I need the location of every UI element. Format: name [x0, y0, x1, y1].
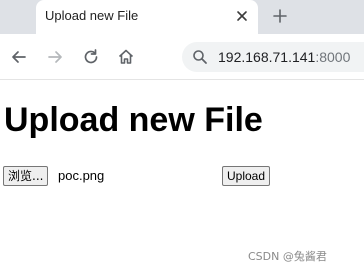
reload-icon[interactable] — [81, 47, 101, 67]
url-text: 192.168.71.141:8000 — [218, 49, 350, 65]
watermark: CSDN @兔酱君 — [248, 250, 327, 263]
home-icon[interactable] — [116, 47, 136, 67]
close-icon[interactable] — [234, 8, 250, 24]
browse-button[interactable]: 浏览... — [3, 166, 49, 186]
selected-file-name: poc.png — [58, 168, 105, 183]
browser-window: Upload new File 192.168.71.141:8000 Uplo… — [0, 0, 364, 273]
tab-active[interactable]: Upload new File — [36, 0, 258, 34]
plus-icon[interactable] — [271, 7, 289, 25]
arrow-left-icon[interactable] — [9, 47, 29, 67]
tab-strip: Upload new File — [0, 0, 364, 34]
url-port: :8000 — [315, 49, 351, 65]
arrow-right-icon[interactable] — [45, 47, 65, 67]
address-bar[interactable]: 192.168.71.141:8000 — [182, 42, 364, 72]
url-host: 192.168.71.141 — [218, 49, 316, 65]
page-content: Upload new File 浏览... poc.png Upload — [0, 80, 364, 273]
toolbar: 192.168.71.141:8000 — [0, 34, 364, 80]
search-icon — [193, 50, 207, 64]
upload-button[interactable]: Upload — [222, 166, 271, 186]
page-title: Upload new File — [4, 101, 263, 139]
tab-title: Upload new File — [45, 8, 139, 23]
